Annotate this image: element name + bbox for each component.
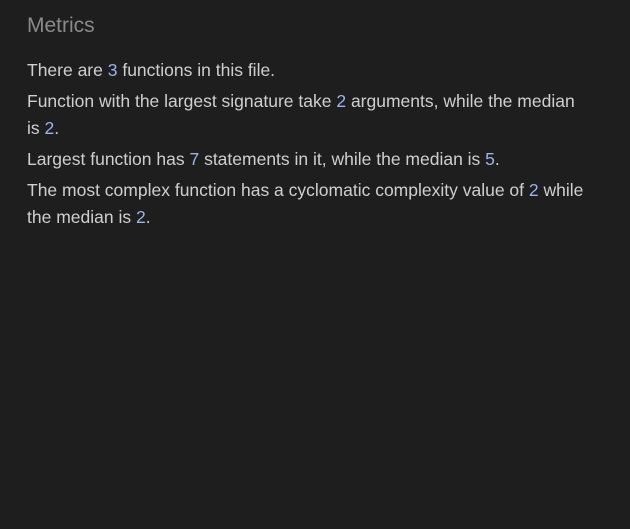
- statement-count-middle: statements in it, while the median is: [199, 149, 486, 169]
- complexity-suffix: .: [145, 207, 151, 227]
- function-count-value: 3: [107, 60, 118, 80]
- function-count-suffix: functions in this file.: [117, 60, 276, 80]
- statement-count-median-value: 5: [485, 149, 495, 169]
- complexity-text: The most complex function has a cyclomat…: [27, 177, 587, 231]
- statement-count-prefix: Largest function has: [27, 149, 190, 169]
- statement-count-largest-value: 7: [189, 149, 200, 169]
- function-count-text: There are 3 functions in this file.: [27, 57, 587, 84]
- signature-size-text: Function with the largest signature take…: [27, 88, 587, 142]
- complexity-median-value: 2: [135, 207, 146, 227]
- signature-size-largest-value: 2: [336, 91, 347, 111]
- metrics-title: Metrics: [27, 14, 95, 37]
- signature-size-prefix: Function with the largest signature take: [27, 91, 337, 111]
- signature-size-suffix: .: [54, 118, 60, 138]
- complexity-largest-value: 2: [528, 180, 539, 200]
- complexity-prefix: The most complex function has a cyclomat…: [27, 180, 529, 200]
- metrics-panel: Metrics There are 3 functions in this fi…: [27, 0, 587, 231]
- signature-size-median-value: 2: [44, 118, 55, 138]
- statement-count-suffix: .: [494, 149, 500, 169]
- statement-count-text: Largest function has 7 statements in it,…: [27, 146, 587, 173]
- function-count-prefix: There are: [27, 60, 108, 80]
